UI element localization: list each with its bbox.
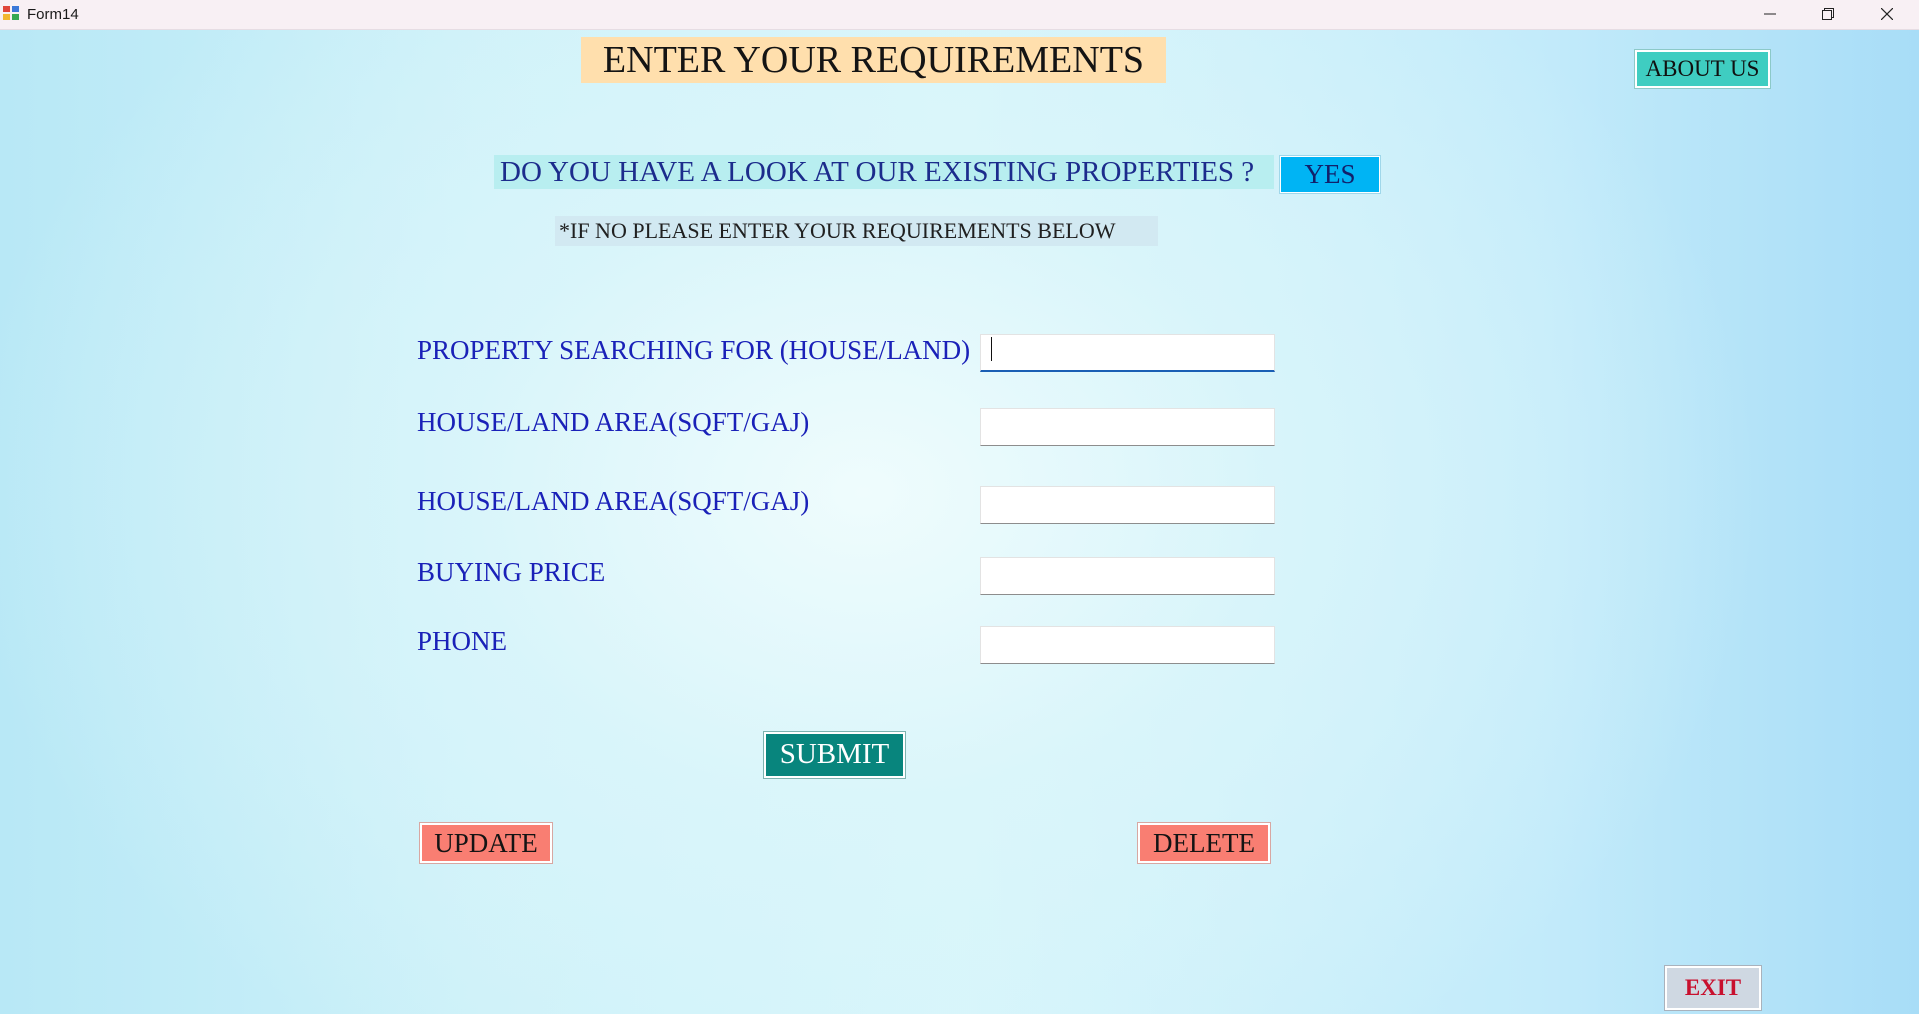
title-bar: Form14 [0, 0, 1919, 30]
about-us-button[interactable]: ABOUT US [1635, 50, 1770, 88]
property-type-label: PROPERTY SEARCHING FOR (HOUSE/LAND) [417, 335, 971, 365]
page-heading: ENTER YOUR REQUIREMENTS [581, 37, 1166, 83]
form-client-area: ENTER YOUR REQUIREMENTS ABOUT US DO YOU … [0, 30, 1919, 1014]
area-label-2: HOUSE/LAND AREA(SQFT/GAJ) [417, 486, 810, 516]
restore-icon [1822, 8, 1834, 20]
phone-label: PHONE [417, 626, 508, 656]
yes-button[interactable]: YES [1280, 156, 1380, 193]
requirements-note: *IF NO PLEASE ENTER YOUR REQUIREMENTS BE… [555, 216, 1158, 246]
app-icon [3, 6, 20, 22]
area-input[interactable] [980, 408, 1275, 446]
text-caret [991, 337, 992, 361]
submit-button[interactable]: SUBMIT [764, 732, 905, 778]
phone-input[interactable] [980, 626, 1275, 664]
close-button[interactable] [1858, 0, 1916, 29]
exit-button[interactable]: EXIT [1665, 966, 1761, 1010]
minimize-icon [1764, 13, 1776, 15]
buying-price-label: BUYING PRICE [417, 557, 606, 587]
existing-properties-question: DO YOU HAVE A LOOK AT OUR EXISTING PROPE… [494, 155, 1274, 189]
restore-button[interactable] [1799, 0, 1857, 29]
area-label: HOUSE/LAND AREA(SQFT/GAJ) [417, 407, 810, 437]
property-type-input[interactable] [980, 334, 1275, 372]
delete-button[interactable]: DELETE [1138, 823, 1270, 863]
window-title: Form14 [27, 6, 79, 23]
update-button[interactable]: UPDATE [420, 823, 552, 863]
area-input-2[interactable] [980, 486, 1275, 524]
minimize-button[interactable] [1741, 0, 1799, 29]
buying-price-input[interactable] [980, 557, 1275, 595]
close-icon [1881, 8, 1893, 20]
